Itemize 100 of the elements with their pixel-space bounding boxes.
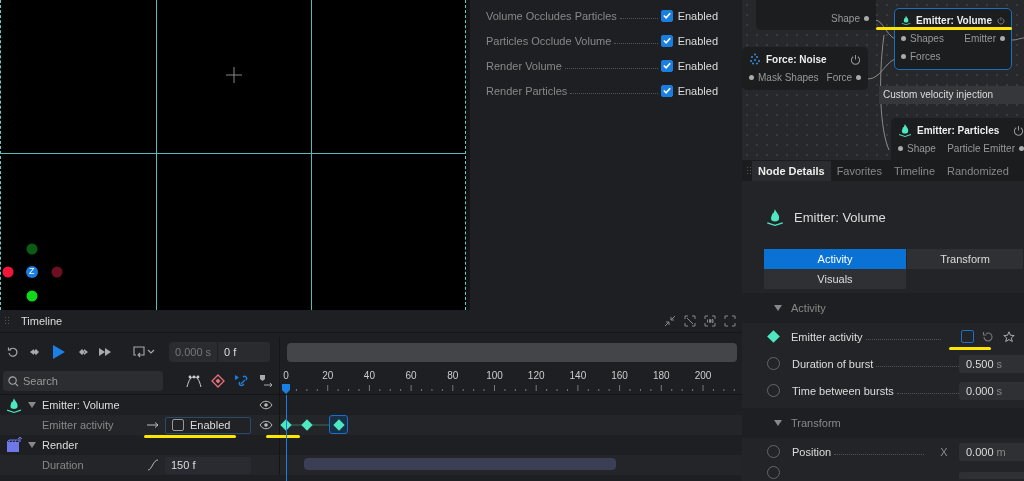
panel-title: Timeline bbox=[21, 315, 63, 327]
expand-toggle-icon[interactable] bbox=[28, 402, 36, 408]
search-field[interactable]: Search bbox=[3, 370, 163, 391]
input-port[interactable]: Mask Shapes bbox=[758, 71, 819, 83]
output-port[interactable]: Particle Emitter bbox=[947, 142, 1015, 154]
node-title: Emitter: Volume bbox=[794, 209, 886, 225]
checkbox-label: Enabled bbox=[190, 419, 231, 431]
checkbox[interactable] bbox=[961, 330, 974, 343]
collapse-icon[interactable] bbox=[664, 315, 676, 327]
property-label: Position bbox=[792, 445, 832, 458]
dots-icon bbox=[749, 53, 761, 65]
checkbox[interactable] bbox=[660, 59, 673, 72]
number-field[interactable]: 150 f bbox=[165, 456, 251, 474]
input-port[interactable]: Shapes bbox=[910, 32, 944, 44]
axis-label: X bbox=[940, 445, 948, 458]
keyframe-icon[interactable] bbox=[767, 330, 780, 343]
clapperboard-icon bbox=[6, 437, 22, 453]
number-field[interactable]: 0.000 s bbox=[959, 381, 1024, 400]
power-icon[interactable] bbox=[850, 53, 861, 65]
expand-toggle-icon[interactable] bbox=[774, 420, 782, 426]
checkbox-label: Enabled bbox=[677, 59, 718, 72]
curve-handles-icon[interactable] bbox=[186, 373, 202, 388]
loop-mode-icon[interactable] bbox=[132, 346, 156, 358]
input-port[interactable]: Forces bbox=[910, 50, 941, 62]
checkbox[interactable] bbox=[660, 84, 673, 97]
track-label[interactable]: Emitter: Volume bbox=[42, 399, 120, 411]
star-icon[interactable] bbox=[1003, 330, 1015, 343]
graph-node[interactable]: Emitter: Particles Shape Particle Emitter bbox=[891, 118, 1024, 160]
input-port[interactable]: Shape bbox=[907, 142, 936, 154]
checkbox-label: Enabled bbox=[677, 84, 718, 97]
loop-reset-icon[interactable] bbox=[7, 346, 19, 358]
track-label[interactable]: Emitter activity bbox=[42, 419, 114, 431]
play-icon[interactable] bbox=[53, 345, 65, 359]
axis-label: Z bbox=[29, 266, 35, 276]
time-field[interactable]: 0.000 s 0 f bbox=[169, 342, 271, 362]
zoom-100-icon[interactable] bbox=[704, 315, 716, 327]
graph-node[interactable]: Shape bbox=[756, 0, 876, 30]
setting-label: Render Volume bbox=[486, 59, 562, 72]
output-port[interactable]: Force bbox=[826, 71, 853, 83]
output-port[interactable]: Shape bbox=[831, 12, 860, 24]
panel-tab[interactable]: Timeline bbox=[887, 160, 942, 181]
setting-label: Volume Occludes Particles bbox=[486, 9, 617, 22]
search-icon bbox=[8, 375, 19, 387]
ruler-label: 200 bbox=[694, 370, 712, 381]
property-label: Time between bursts bbox=[792, 384, 894, 397]
ruler-label: 100 bbox=[486, 370, 503, 381]
eye-icon[interactable] bbox=[259, 400, 273, 410]
output-port[interactable]: Emitter bbox=[964, 32, 996, 44]
fit-icon[interactable] bbox=[684, 315, 696, 327]
section-title[interactable]: Transform bbox=[791, 417, 841, 429]
panel-tab[interactable]: Node Details bbox=[752, 160, 831, 181]
checkbox-label: Enabled bbox=[677, 9, 718, 22]
eye-icon[interactable] bbox=[259, 420, 273, 430]
section-tab[interactable]: Transform bbox=[907, 249, 1024, 269]
reset-icon[interactable] bbox=[982, 330, 994, 343]
axis-gizmo-drawing[interactable] bbox=[1, 242, 65, 302]
track-label[interactable]: Render bbox=[42, 439, 79, 451]
section-tab[interactable]: Visuals bbox=[764, 269, 907, 289]
fast-forward-icon[interactable] bbox=[99, 347, 111, 357]
panel-tab[interactable]: Favorites bbox=[830, 160, 888, 181]
expand-toggle-icon[interactable] bbox=[28, 442, 36, 448]
scrollbar[interactable] bbox=[287, 342, 737, 362]
playhead-handle[interactable] bbox=[282, 384, 290, 394]
group-header[interactable]: Custom velocity injection bbox=[879, 86, 1024, 104]
power-icon[interactable] bbox=[1013, 124, 1024, 136]
viewport-canvas[interactable]: Z bbox=[0, 0, 466, 310]
section-title[interactable]: Activity bbox=[791, 302, 826, 314]
checkbox[interactable] bbox=[660, 34, 673, 47]
property-label: Emitter activity bbox=[791, 330, 863, 343]
track-label[interactable]: Duration bbox=[42, 459, 84, 471]
number-field[interactable]: 0.000 m bbox=[959, 442, 1024, 461]
expand-toggle-icon[interactable] bbox=[774, 305, 782, 311]
graph-node[interactable]: Force: Noise Mask Shapes Force bbox=[742, 47, 868, 90]
checkbox-label: Enabled bbox=[677, 34, 718, 47]
power-icon[interactable] bbox=[997, 14, 1005, 26]
ruler-label: 160 bbox=[611, 370, 628, 381]
curve-icon[interactable] bbox=[147, 459, 159, 471]
keyframe[interactable] bbox=[329, 415, 349, 434]
previous-key-icon[interactable] bbox=[30, 347, 42, 357]
export-arrow-icon[interactable] bbox=[259, 373, 273, 388]
annotation-underline bbox=[266, 435, 300, 438]
section-tab[interactable]: Activity bbox=[764, 249, 907, 269]
setting-label: Particles Occlude Volume bbox=[486, 34, 612, 47]
link-icon[interactable] bbox=[234, 373, 250, 388]
arrow-icon bbox=[147, 422, 159, 428]
crosshair-icon bbox=[226, 67, 242, 83]
number-field[interactable]: 0.500 s bbox=[959, 354, 1024, 373]
ruler-label: 20 bbox=[322, 370, 334, 381]
checkbox[interactable] bbox=[172, 419, 184, 431]
ruler-label: 140 bbox=[569, 370, 587, 381]
fullscreen-icon[interactable] bbox=[724, 315, 736, 327]
keyframe-icon[interactable] bbox=[211, 373, 225, 388]
connection-wire bbox=[1011, 37, 1024, 41]
ruler-label: 180 bbox=[652, 370, 670, 381]
ruler-label: 60 bbox=[405, 370, 417, 381]
flame-icon bbox=[6, 397, 22, 413]
graph-node[interactable]: Emitter: Volume Shapes Emitter Forces bbox=[894, 8, 1012, 70]
checkbox[interactable] bbox=[660, 9, 673, 22]
node-title: Emitter: Volume bbox=[916, 14, 993, 26]
panel-tab[interactable]: Randomized bbox=[941, 160, 1015, 181]
